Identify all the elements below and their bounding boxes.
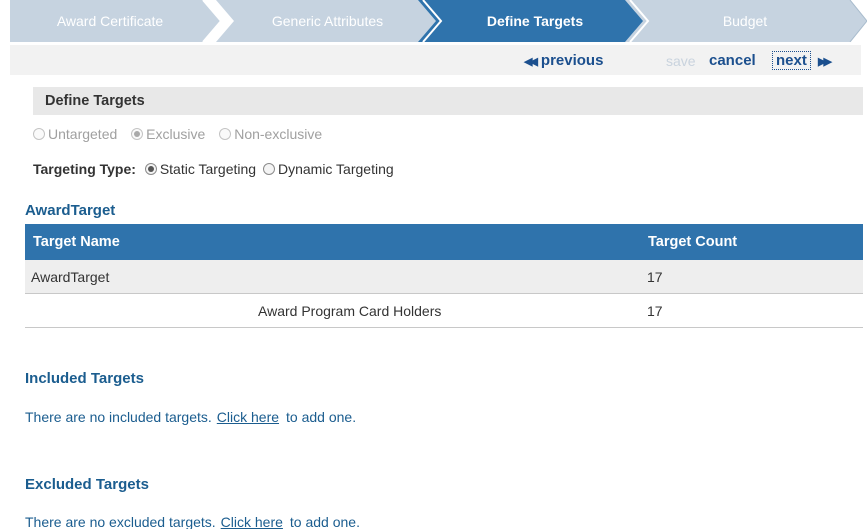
option-untargeted: Untargeted	[33, 126, 117, 142]
cancel-button[interactable]: cancel	[709, 50, 756, 72]
wizard-steps: Award Certificate Generic Attributes Def…	[10, 0, 867, 42]
targeting-type-group: Targeting Type: Static Targeting Dynamic…	[33, 161, 397, 177]
target-name-cell: Award Program Card Holders	[258, 303, 442, 319]
target-name-cell: AwardTarget	[31, 269, 110, 285]
option-dynamic-targeting[interactable]: Dynamic Targeting	[262, 161, 394, 177]
targeting-mode-group: Untargeted Exclusive Non-exclusive	[33, 126, 332, 142]
table-row[interactable]: Award Program Card Holders 17	[25, 294, 863, 328]
radio-dynamic-targeting[interactable]	[262, 163, 275, 175]
step-generic-attributes[interactable]: Generic Attributes	[225, 0, 430, 42]
target-count-cell: 17	[647, 303, 663, 319]
table-header: Target Name Target Count	[25, 224, 863, 260]
radio-static-targeting[interactable]	[144, 163, 157, 175]
previous-button[interactable]: ◀◀ previous	[524, 50, 603, 72]
save-button[interactable]: save	[666, 50, 696, 72]
fast-forward-icon: ▶▶	[818, 56, 832, 68]
define-targets-panel: Define Targets Untargeted Exclusive Non-…	[23, 75, 863, 529]
step-budget[interactable]: Budget	[640, 0, 850, 42]
column-target-name: Target Name	[33, 234, 120, 250]
included-targets-heading: Included Targets	[25, 370, 144, 387]
option-non-exclusive: Non-exclusive	[219, 126, 322, 142]
add-included-target-link[interactable]: Click here	[217, 409, 279, 425]
step-award-certificate[interactable]: Award Certificate	[10, 0, 210, 42]
step-define-targets[interactable]: Define Targets	[430, 0, 640, 42]
targeting-type-label: Targeting Type:	[33, 161, 136, 177]
radio-exclusive	[131, 128, 144, 140]
next-button[interactable]: next	[772, 51, 811, 70]
included-targets-message: There are no included targets. Click here…	[25, 409, 357, 425]
target-count-cell: 17	[647, 269, 663, 285]
excluded-targets-message: There are no excluded targets. Click here…	[25, 514, 360, 529]
column-target-count: Target Count	[648, 234, 738, 250]
rewind-icon: ◀◀	[524, 56, 538, 68]
award-target-heading: AwardTarget	[25, 202, 116, 219]
award-target-table: Target Name Target Count AwardTarget 17 …	[25, 224, 863, 328]
add-excluded-target-link[interactable]: Click here	[221, 514, 283, 529]
section-title: Define Targets	[33, 87, 863, 115]
option-exclusive: Exclusive	[131, 126, 205, 142]
previous-label: previous	[540, 52, 604, 69]
option-static-targeting[interactable]: Static Targeting	[144, 161, 256, 177]
radio-non-exclusive	[219, 128, 232, 140]
radio-untargeted	[33, 128, 45, 140]
table-row[interactable]: AwardTarget 17	[25, 260, 863, 294]
excluded-targets-heading: Excluded Targets	[25, 476, 149, 493]
